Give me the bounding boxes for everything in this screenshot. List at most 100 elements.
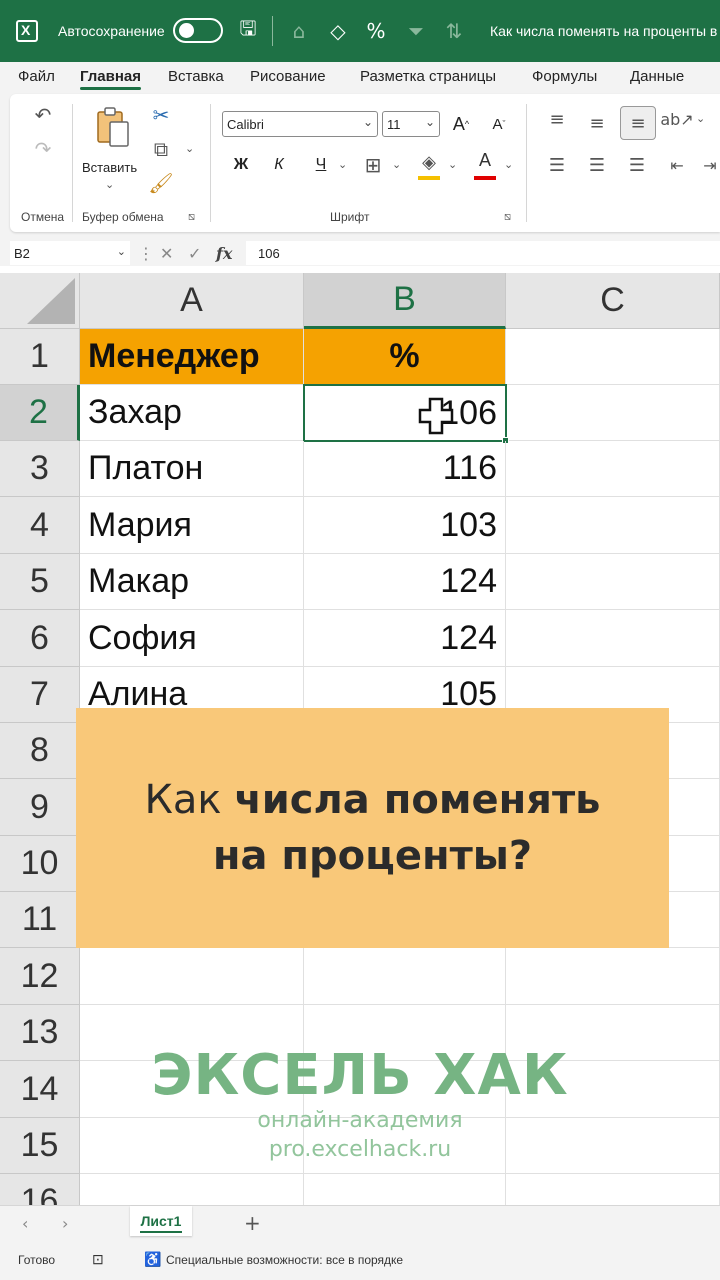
tab-home[interactable]: Главная [80, 68, 142, 90]
orientation-icon[interactable]: ab↗ [660, 106, 693, 132]
row-header[interactable]: 8 [0, 723, 80, 779]
autosave-toggle[interactable] [173, 18, 223, 43]
more-options-icon[interactable]: ⋮ [138, 241, 154, 265]
row-header[interactable]: 12 [0, 948, 80, 1005]
insert-function-icon[interactable]: fx [216, 241, 232, 265]
underline-dropdown-icon[interactable]: ⌄ [338, 158, 347, 171]
copy-icon[interactable]: ⧉ [148, 136, 174, 162]
copy-dropdown-icon[interactable]: ⌄ [185, 142, 194, 155]
font-size-select[interactable]: 11 ⌄ [382, 111, 440, 137]
accessibility-status[interactable]: Специальные возможности: все в порядке [166, 1253, 403, 1267]
column-header-c[interactable]: C [506, 273, 720, 329]
format-painter-icon[interactable]: ⌂ [285, 0, 313, 62]
name-box[interactable]: B2 ⌄ [10, 241, 130, 265]
formula-input[interactable]: 106 [246, 241, 720, 265]
bold-button[interactable]: Ж [228, 152, 254, 178]
paste-button-label[interactable]: Вставить [82, 160, 137, 175]
sort-icon[interactable]: ⇅ [440, 0, 468, 62]
decrease-indent-icon[interactable]: ⇤ [664, 152, 690, 178]
filter-icon[interactable]: ⏷ [402, 0, 430, 62]
row-header[interactable]: 1 [0, 329, 80, 385]
macro-recording-icon[interactable]: ⊡ [92, 1251, 104, 1268]
row-header[interactable]: 6 [0, 610, 80, 667]
row-header[interactable]: 2 [0, 385, 80, 441]
cell-b6[interactable]: 124 [304, 610, 506, 667]
cell-c6[interactable] [506, 610, 720, 667]
cell-a5[interactable]: Макар [80, 554, 304, 610]
cell-b2[interactable]: 106 [303, 384, 507, 442]
clipboard-launcher-icon[interactable]: ⧅ [188, 210, 195, 224]
borders-icon[interactable]: ⊞ [360, 152, 386, 178]
orientation-dropdown-icon[interactable]: ⌄ [696, 112, 705, 125]
font-launcher-icon[interactable]: ⧅ [504, 210, 511, 224]
cell-b1[interactable]: % [304, 329, 506, 385]
shrink-font-button[interactable]: Aˇ [486, 111, 512, 137]
format-painter-brush-icon[interactable]: 🖌 [148, 170, 174, 196]
tab-page-layout[interactable]: Разметка страницы [360, 68, 496, 85]
next-sheet-icon[interactable]: › [62, 1214, 68, 1233]
align-top-icon[interactable]: ≡ [544, 106, 570, 132]
cell-b3[interactable]: 116 [304, 441, 506, 497]
cell-c16[interactable] [506, 1174, 720, 1205]
row-header[interactable]: 5 [0, 554, 80, 610]
cell-a4[interactable]: Мария [80, 497, 304, 554]
cell-a1[interactable]: Менеджер [80, 329, 304, 385]
cell-b5[interactable]: 124 [304, 554, 506, 610]
cell-a2[interactable]: Захар [80, 385, 304, 441]
paste-icon[interactable] [94, 106, 134, 150]
row-header[interactable]: 7 [0, 667, 80, 723]
previous-sheet-icon[interactable]: ‹ [22, 1214, 28, 1233]
align-right-icon[interactable]: ☰ [624, 152, 650, 178]
row-header[interactable]: 9 [0, 779, 80, 836]
italic-button[interactable]: К [266, 152, 292, 178]
select-all-corner[interactable] [0, 273, 80, 329]
row-header[interactable]: 4 [0, 497, 80, 554]
fill-color-icon[interactable]: ◈ [416, 152, 442, 180]
font-color-dropdown-icon[interactable]: ⌄ [504, 158, 513, 171]
cell-c4[interactable] [506, 497, 720, 554]
align-bottom-icon[interactable]: ≡ [620, 106, 656, 140]
redo-icon[interactable]: ↷ [30, 136, 56, 162]
cell-c3[interactable] [506, 441, 720, 497]
align-middle-icon[interactable]: ≡ [584, 110, 610, 136]
column-header-a[interactable]: A [80, 273, 304, 329]
cell-c1[interactable] [506, 329, 720, 385]
tab-file[interactable]: Файл [18, 68, 55, 85]
cell-b16[interactable] [304, 1174, 506, 1205]
undo-icon[interactable]: ↶ [30, 102, 56, 128]
cut-icon[interactable]: ✂ [148, 102, 174, 128]
cell-c5[interactable] [506, 554, 720, 610]
eraser-icon[interactable]: ◇ [324, 0, 352, 62]
cell-c12[interactable] [506, 948, 720, 1005]
tab-formulas[interactable]: Формулы [532, 68, 597, 85]
cell-b12[interactable] [304, 948, 506, 1005]
tab-data[interactable]: Данные [630, 68, 684, 85]
align-center-icon[interactable]: ☰ [584, 152, 610, 178]
tab-draw[interactable]: Рисование [250, 68, 326, 85]
save-icon[interactable]: 🖫 [234, 0, 262, 62]
confirm-entry-icon[interactable]: ✓ [188, 241, 201, 265]
align-left-icon[interactable]: ☰ [544, 152, 570, 178]
row-header[interactable]: 11 [0, 892, 80, 948]
cell-a3[interactable]: Платон [80, 441, 304, 497]
sheet-tab-1[interactable]: Лист1 [130, 1206, 192, 1236]
column-header-b[interactable]: B [304, 273, 506, 329]
increase-indent-icon[interactable]: ⇥ [700, 152, 720, 178]
add-sheet-button[interactable]: + [244, 1211, 261, 1235]
font-color-icon[interactable]: A [472, 150, 498, 180]
tab-insert[interactable]: Вставка [168, 68, 224, 85]
row-header[interactable]: 3 [0, 441, 80, 497]
cell-b4[interactable]: 103 [304, 497, 506, 554]
percent-style-icon[interactable]: % [362, 0, 390, 62]
accessibility-icon[interactable]: ♿ [144, 1251, 161, 1268]
cell-a12[interactable] [80, 948, 304, 1005]
font-name-select[interactable]: Calibri ⌄ [222, 111, 378, 137]
paste-dropdown-icon[interactable]: ⌄ [105, 178, 114, 191]
cancel-entry-icon[interactable]: ✕ [160, 241, 173, 265]
grow-font-button[interactable]: A ^ [448, 111, 474, 137]
cell-a16[interactable] [80, 1174, 304, 1205]
row-header[interactable]: 16 [0, 1174, 80, 1205]
fill-color-dropdown-icon[interactable]: ⌄ [448, 158, 457, 171]
cell-a6[interactable]: София [80, 610, 304, 667]
row-header[interactable]: 10 [0, 836, 80, 892]
